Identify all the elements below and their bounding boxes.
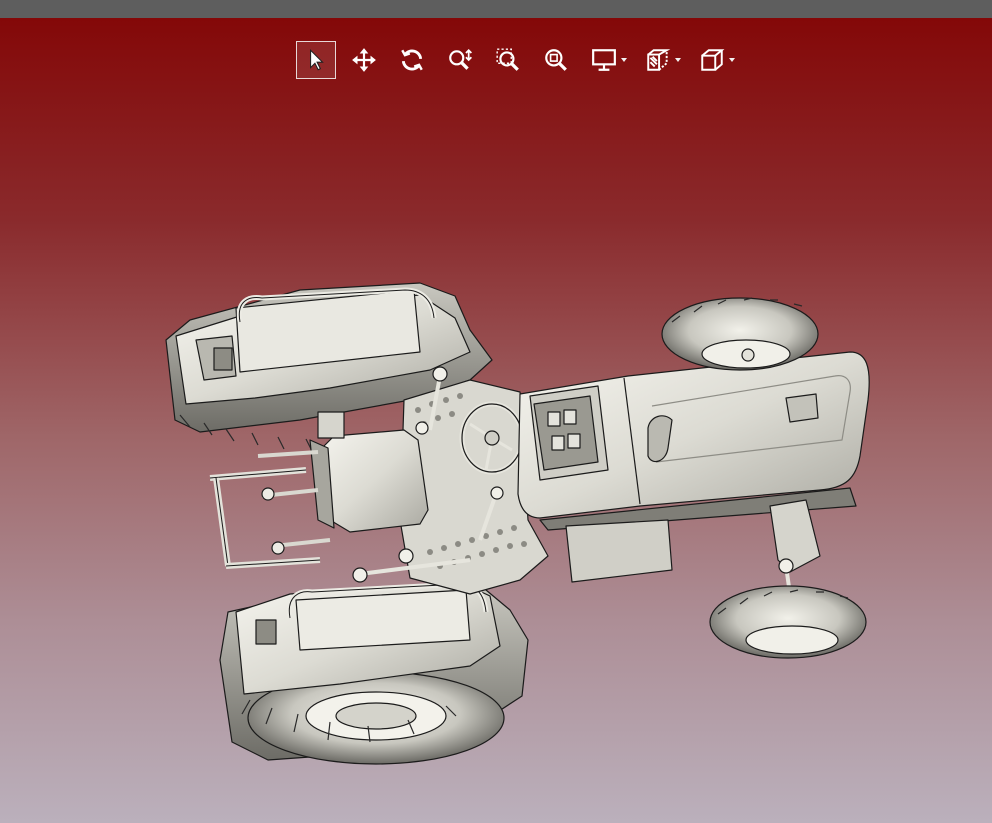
view-orientation-button[interactable] <box>692 41 738 79</box>
display-mode-button[interactable] <box>584 41 630 79</box>
zoom-fit-icon <box>545 49 567 71</box>
3d-viewport[interactable] <box>0 18 992 823</box>
zoom-updown-icon <box>449 49 472 70</box>
monitor-icon <box>592 49 616 71</box>
window-title-bar <box>0 0 992 18</box>
section-view-button[interactable] <box>638 41 684 79</box>
tractor-model[interactable] <box>0 18 992 823</box>
view-orientation-dropdown-arrow[interactable] <box>729 58 735 62</box>
pan-tool-button[interactable] <box>344 41 384 79</box>
rear-wheel-lower <box>219 581 529 765</box>
zoom-window-button[interactable] <box>488 41 528 79</box>
rotate-tool-button[interactable] <box>392 41 432 79</box>
section-view-dropdown-arrow[interactable] <box>675 58 681 62</box>
engine-hood <box>517 351 870 531</box>
zoom-fit-button[interactable] <box>536 41 576 79</box>
pointer-icon <box>310 48 324 71</box>
move-arrows-icon <box>352 48 376 72</box>
section-view-icon <box>647 49 671 71</box>
front-wheel-lower <box>709 585 867 659</box>
zoom-dynamic-button[interactable] <box>440 41 480 79</box>
select-tool-button[interactable] <box>296 41 336 79</box>
rear-hitch <box>209 450 331 569</box>
cube-icon <box>701 49 725 71</box>
display-mode-dropdown-arrow[interactable] <box>621 58 627 62</box>
view-toolbar <box>296 40 746 80</box>
zoom-window-icon <box>496 48 519 71</box>
front-wheel-upper <box>661 297 819 371</box>
rotate-icon <box>401 49 423 71</box>
